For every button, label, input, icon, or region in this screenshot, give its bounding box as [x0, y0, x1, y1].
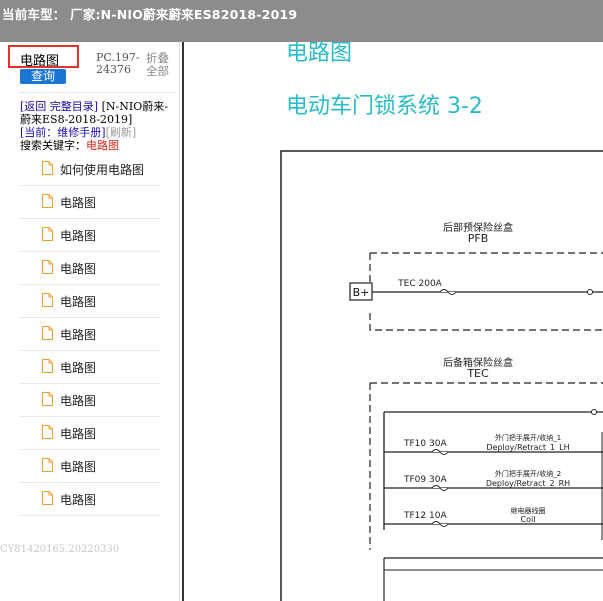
pfb-fuse — [439, 289, 457, 295]
file-icon — [42, 293, 53, 307]
list-item-label: 电路图 — [60, 427, 97, 441]
list-item-label: 电路图 — [60, 295, 97, 309]
list-item[interactable]: 电路图 — [20, 417, 160, 450]
list-item[interactable]: 电路图 — [20, 384, 160, 417]
battery-label: B+ — [353, 286, 370, 299]
lower-box — [383, 557, 603, 601]
keyword-label: 搜索关键字： — [20, 139, 86, 152]
refresh-link[interactable]: [刷新] — [106, 126, 137, 139]
query-button[interactable]: 查询 — [20, 69, 66, 84]
file-icon — [42, 260, 53, 274]
sidebar-divider — [18, 92, 176, 93]
fuse-desc-cn: 外门把手展开/收纳_2 — [495, 469, 561, 478]
fuse-desc-en: Deploy/Retract_1_LH — [486, 443, 569, 452]
fuse-symbol — [431, 449, 449, 455]
fuse-row: TF10 30A 外门把手展开/收纳_1 Deploy/Retract_1_LH — [384, 433, 603, 455]
diagram-frame — [280, 150, 603, 601]
list-item-label: 电路图 — [60, 361, 97, 375]
list-item-label: 电路图 — [60, 196, 97, 210]
current-prefix: [当前： — [20, 126, 58, 139]
fuse-desc-cn: 继电器线圈 — [511, 506, 546, 515]
list-item-label: 电路图 — [60, 460, 97, 474]
list-item-label: 电路图 — [60, 262, 97, 276]
file-icon — [42, 458, 53, 472]
file-icon — [42, 161, 53, 175]
list-item-label: 电路图 — [60, 229, 97, 243]
file-icon — [42, 326, 53, 340]
circuit-diagram: 后部预保险丝盒 PFB B+ TEC 200A 后备箱保险丝盒 TEC TF10… — [280, 150, 603, 601]
tec-node — [591, 409, 597, 415]
vehicle-label: 当前车型： — [2, 7, 66, 22]
list-item-label: 电路图 — [60, 394, 97, 408]
list-item[interactable]: 电路图 — [20, 186, 160, 219]
list-item[interactable]: 电路图 — [20, 219, 160, 252]
fuse-desc-en: Deploy/Retract_2_RH — [486, 479, 570, 488]
file-icon — [42, 227, 53, 241]
sidebar: 查询 PC.197-24376 折叠全部 [返回 完整目录] [N-NIO蔚来-… — [0, 42, 180, 601]
vehicle-info: 当前车型： 厂家:N-NIO蔚来蔚来ES82018-2019 — [2, 4, 297, 23]
fuse-name: TF10 30A — [403, 439, 447, 449]
document-view[interactable]: 电路图 电动车门锁系统 3-2 后部预保险丝盒 PFB B+ TEC 200A … — [182, 42, 603, 601]
search-input[interactable] — [20, 51, 80, 67]
breadcrumb: [返回 完整目录] [N-NIO蔚来-蔚来ES8-2018-2019] [当前：… — [20, 100, 178, 152]
list-item-label: 电路图 — [60, 328, 97, 342]
fuse-name: TF12 10A — [403, 511, 447, 521]
top-bar: 当前车型： 厂家:N-NIO蔚来蔚来ES82018-2019 — [0, 0, 603, 42]
list-item-label: 电路图 — [60, 493, 97, 507]
vehicle-value: 厂家:N-NIO蔚来蔚来ES82018-2019 — [65, 7, 298, 22]
list-item-label: 如何使用电路图 — [60, 163, 145, 177]
fuse-desc-en: Coil — [521, 515, 536, 524]
fuse-name: TF09 30A — [403, 475, 447, 485]
list-item[interactable]: 电路图 — [20, 252, 160, 285]
list-item[interactable]: 电路图 — [20, 351, 160, 384]
current-page-link[interactable]: 维修手册] — [57, 126, 105, 139]
footer-code: CY81420165.20220330 — [0, 544, 120, 555]
doc-list: 如何使用电路图 电路图 电路图 电路图 电路图 电路图 电路图 电路图 电路图 … — [20, 153, 160, 516]
fuse-row: TF12 10A 继电器线圈 Coil — [384, 506, 603, 527]
tec-label: TEC — [466, 367, 489, 380]
frame-divider — [182, 42, 184, 601]
page-title: 电路图 — [286, 42, 353, 66]
list-item[interactable]: 电路图 — [20, 285, 160, 318]
fuse-symbol — [431, 521, 449, 527]
full-catalog-link[interactable]: 完整目录] — [50, 100, 98, 113]
back-link[interactable]: [返回 — [20, 100, 46, 113]
keyword-value: 电路图 — [86, 139, 119, 152]
page-subtitle: 电动车门锁系统 3-2 — [286, 94, 483, 119]
list-item[interactable]: 电路图 — [20, 483, 160, 516]
pc-code: PC.197-24376 — [96, 51, 140, 76]
file-icon — [42, 491, 53, 505]
pfb-node — [587, 289, 593, 295]
fuse-symbol — [431, 485, 449, 491]
fold-all-link[interactable]: 折叠全部 — [146, 52, 176, 78]
fuse-row: TF09 30A 外门把手展开/收纳_2 Deploy/Retract_2_RH — [384, 469, 603, 491]
pfb-label: PFB — [468, 232, 489, 245]
list-item[interactable]: 电路图 — [20, 450, 160, 483]
tec-box — [369, 382, 603, 550]
pfb-fuse-label: TEC 200A — [397, 279, 443, 289]
list-item[interactable]: 电路图 — [20, 318, 160, 351]
file-icon — [42, 392, 53, 406]
file-icon — [42, 194, 53, 208]
list-item[interactable]: 如何使用电路图 — [20, 153, 160, 186]
fuse-desc-cn: 外门把手展开/收纳_1 — [495, 433, 561, 442]
file-icon — [42, 425, 53, 439]
file-icon — [42, 359, 53, 373]
